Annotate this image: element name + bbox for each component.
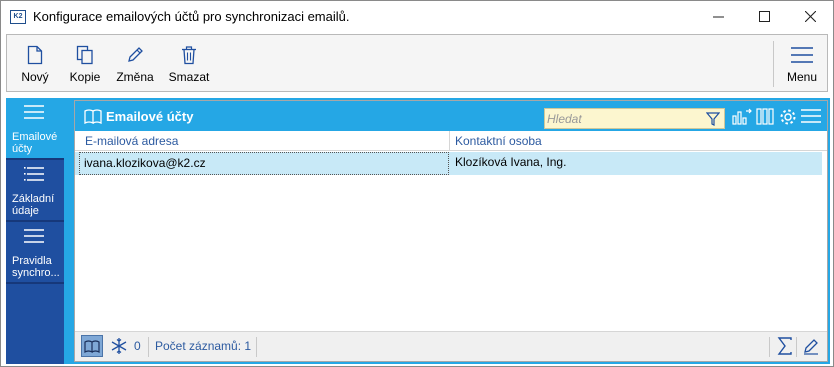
pencil-icon[interactable] [802, 337, 820, 355]
nav-item-label: Pravidla synchro... [12, 255, 60, 279]
table-header: E-mailová adresa Kontaktní osoba [75, 131, 827, 151]
nav-item-label: Emailové účty [12, 131, 58, 155]
book-icon [84, 339, 100, 353]
panel-title: Emailové účty [106, 109, 194, 124]
list-icon [24, 229, 44, 243]
search-box [544, 108, 725, 129]
filter-icon[interactable] [706, 112, 720, 126]
copy-button[interactable]: Kopie [64, 35, 106, 91]
table-row[interactable]: ivana.klozikova@k2.cz Klozíková Ivana, I… [75, 152, 822, 175]
nav-item-emailove-ucty[interactable]: Emailové účty [6, 98, 68, 158]
copy-icon [76, 45, 93, 65]
status-divider [148, 337, 149, 357]
menu-button[interactable]: Menu [781, 35, 823, 91]
edit-button[interactable]: Změna [112, 35, 158, 91]
copy-button-label: Kopie [69, 70, 101, 84]
hamburger-menu-icon[interactable] [801, 108, 821, 124]
columns-icon[interactable] [756, 108, 774, 125]
gear-icon[interactable] [779, 108, 797, 126]
delete-button[interactable]: Smazat [166, 35, 212, 91]
app-logo-icon: K2 [10, 10, 26, 24]
window-title: Konfigurace emailových účtů pro synchron… [33, 9, 350, 24]
title-bar: K2 Konfigurace emailových účtů pro synch… [1, 1, 833, 32]
accounts-panel: Emailové účty E-mailová adresa Kontaktní… [74, 100, 828, 362]
status-bar: 0 Počet záznamů: 1 [75, 331, 827, 361]
list-icon [24, 167, 44, 181]
snowflake-icon[interactable] [110, 337, 128, 355]
nav-divider [6, 282, 64, 284]
delete-button-label: Smazat [168, 70, 210, 84]
left-navigation: Emailové účty Základní údaje Pravidla sy… [6, 98, 68, 364]
frozen-count: 0 [134, 339, 141, 353]
menu-button-label: Menu [786, 70, 818, 84]
toolbar: Nový Kopie Změna Smazat Menu [6, 34, 828, 92]
close-icon [804, 11, 816, 22]
maximize-button[interactable] [741, 1, 787, 32]
app-window: K2 Konfigurace emailových účtů pro synch… [0, 0, 834, 367]
book-icon [84, 109, 102, 124]
column-separator[interactable] [449, 131, 450, 151]
sum-icon[interactable] [777, 337, 793, 355]
contact-cell[interactable]: Klozíková Ivana, Ing. [455, 152, 566, 175]
close-button[interactable] [787, 1, 833, 32]
hamburger-menu-icon [791, 47, 813, 63]
chart-export-icon[interactable] [732, 108, 752, 125]
nav-item-label: Základní údaje [12, 193, 55, 217]
record-count: Počet záznamů: 1 [155, 339, 252, 353]
new-button-label: Nový [21, 70, 49, 84]
trash-icon [182, 46, 196, 65]
minimize-icon [712, 16, 724, 18]
panel-header: Emailové účty [75, 101, 827, 131]
toolbar-divider [773, 41, 774, 87]
minimize-button[interactable] [695, 1, 741, 32]
search-input[interactable] [547, 111, 697, 127]
status-divider [256, 337, 257, 357]
new-document-icon [27, 45, 43, 65]
status-divider [769, 337, 770, 357]
status-divider [796, 337, 797, 357]
edit-button-label: Změna [116, 70, 154, 84]
pencil-icon [128, 47, 143, 62]
book-view-button[interactable] [81, 335, 103, 357]
nav-item-zakladni-udaje[interactable]: Základní údaje [6, 160, 64, 220]
email-cell[interactable]: ivana.klozikova@k2.cz [79, 152, 449, 175]
list-icon [24, 105, 44, 119]
column-header-email[interactable]: E-mailová adresa [85, 134, 178, 148]
column-header-contact[interactable]: Kontaktní osoba [455, 134, 542, 148]
new-button[interactable]: Nový [15, 35, 55, 91]
maximize-icon [758, 11, 770, 22]
nav-item-pravidla[interactable]: Pravidla synchro... [6, 222, 64, 282]
